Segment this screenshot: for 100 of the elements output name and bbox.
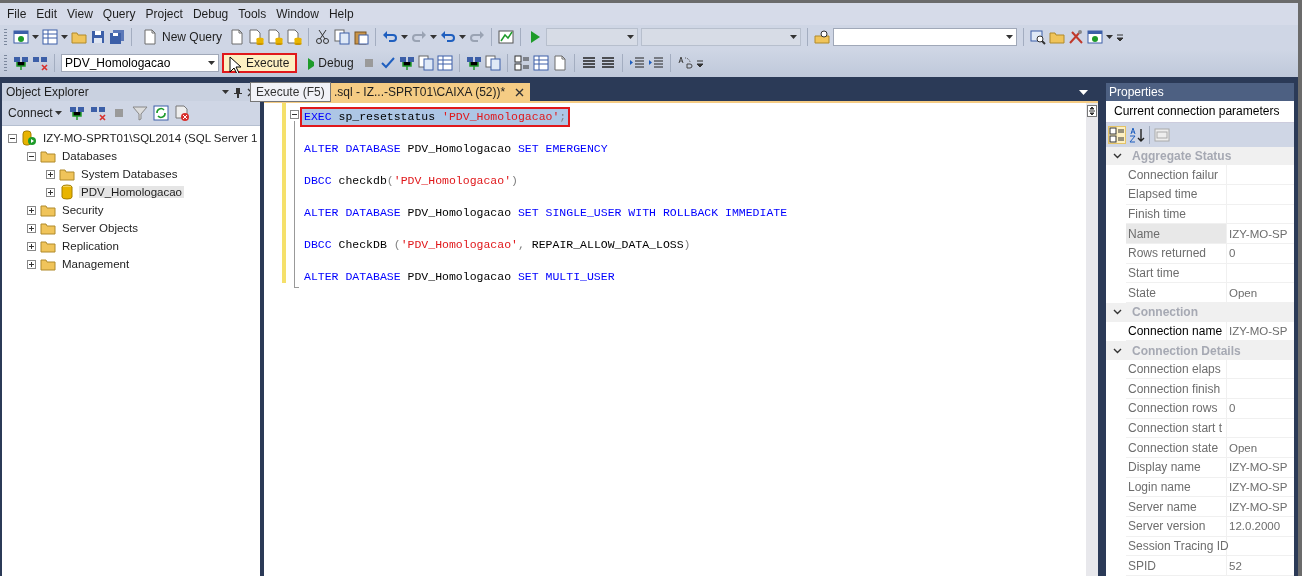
chevron-down-icon[interactable] xyxy=(1113,152,1122,161)
dropdown-arrow-icon[interactable] xyxy=(222,90,229,94)
menu-item[interactable]: Query xyxy=(97,7,141,21)
execute-button[interactable]: Execute xyxy=(222,53,298,73)
property-name[interactable]: Server version xyxy=(1126,516,1227,536)
expand-icon[interactable] xyxy=(27,259,36,269)
property-name[interactable]: Connection elaps xyxy=(1126,359,1227,379)
expand-icon[interactable] xyxy=(46,187,55,197)
dropdown-arrow-icon[interactable] xyxy=(1079,90,1088,95)
property-name[interactable]: Login name xyxy=(1126,477,1227,497)
property-name[interactable]: Finish time xyxy=(1126,204,1227,224)
refresh-icon[interactable] xyxy=(152,105,169,121)
database-selector[interactable]: PDV_Homologacao xyxy=(61,54,219,72)
copy-icon[interactable] xyxy=(334,29,351,45)
dropdown-arrow-icon[interactable] xyxy=(459,35,467,39)
tools-icon[interactable] xyxy=(1068,29,1085,45)
overflow-icon[interactable] xyxy=(1116,32,1125,42)
folder-search-icon[interactable] xyxy=(814,29,831,45)
new-query-button[interactable]: New Query xyxy=(138,26,227,48)
property-name[interactable]: Connection start t xyxy=(1126,418,1227,438)
magnifier-icon[interactable] xyxy=(1030,29,1047,45)
save-all-icon[interactable] xyxy=(109,29,125,45)
grid-icon[interactable] xyxy=(436,55,453,71)
property-name[interactable]: Rows returned xyxy=(1126,244,1227,263)
results-text-icon[interactable] xyxy=(513,55,530,71)
expand-icon[interactable] xyxy=(27,241,36,251)
chart-icon[interactable] xyxy=(498,29,515,45)
property-name[interactable]: Display name xyxy=(1126,458,1227,477)
close-icon[interactable] xyxy=(515,87,525,97)
paste-icon[interactable] xyxy=(353,29,370,45)
tree-item[interactable]: Databases xyxy=(60,150,119,162)
property-name[interactable]: Connection state xyxy=(1126,438,1227,458)
database-query-icon[interactable] xyxy=(248,29,265,45)
save-icon[interactable] xyxy=(90,29,106,45)
grid-icon[interactable] xyxy=(42,29,58,45)
dropdown-arrow-icon[interactable] xyxy=(61,35,68,39)
tree-item[interactable]: System Databases xyxy=(79,168,180,180)
expand-icon[interactable] xyxy=(27,223,36,233)
tree-item[interactable]: Server Objects xyxy=(60,222,141,234)
property-name[interactable]: State xyxy=(1126,283,1227,302)
tree-item[interactable]: Management xyxy=(60,258,132,270)
debug-button[interactable]: Debug xyxy=(300,53,358,73)
property-name[interactable]: Name xyxy=(1126,224,1227,243)
menu-item[interactable]: Window xyxy=(271,7,324,21)
tree-item[interactable]: Security xyxy=(60,204,106,216)
new-query-icon[interactable] xyxy=(142,29,158,45)
property-name[interactable]: SPID xyxy=(1126,556,1227,575)
document-icon[interactable] xyxy=(229,29,246,45)
database-query-icon[interactable] xyxy=(267,29,284,45)
expand-icon[interactable] xyxy=(46,169,55,179)
property-name[interactable]: Session Tracing ID xyxy=(1126,536,1227,556)
network-icon[interactable] xyxy=(465,55,482,71)
collapse-icon[interactable] xyxy=(8,133,17,143)
property-name[interactable]: Connection finish xyxy=(1126,379,1227,399)
server-disconnect-icon[interactable] xyxy=(32,55,48,71)
menu-item[interactable]: Help xyxy=(323,7,359,21)
database-query-icon[interactable] xyxy=(286,29,303,45)
results-file-icon[interactable] xyxy=(551,55,568,71)
connect-icon[interactable] xyxy=(68,105,85,121)
split-icon[interactable] xyxy=(1087,105,1097,117)
collapse-icon[interactable] xyxy=(290,110,299,119)
categorized-icon[interactable] xyxy=(1109,127,1125,143)
undo-icon[interactable] xyxy=(382,29,399,45)
dropdown-arrow-icon[interactable] xyxy=(401,35,409,39)
chevron-down-icon[interactable] xyxy=(1113,346,1122,355)
alphabetical-sort-icon[interactable] xyxy=(1129,127,1145,143)
collapse-icon[interactable] xyxy=(27,151,36,161)
disconnect-icon[interactable] xyxy=(89,105,106,121)
menu-item[interactable]: View xyxy=(62,7,98,21)
uncomment-lines-icon[interactable] xyxy=(599,55,616,71)
menu-item[interactable]: Debug xyxy=(187,7,234,21)
navigate-backward-icon[interactable] xyxy=(440,29,457,45)
increase-indent-icon[interactable] xyxy=(647,55,664,71)
property-name[interactable]: Connection name xyxy=(1126,321,1227,341)
property-name[interactable]: Start time xyxy=(1126,263,1227,283)
tree-item[interactable]: IZY-MO-SPRT01\SQL2014 (SQL Server 1 xyxy=(41,132,260,144)
dropdown-arrow-icon[interactable] xyxy=(32,35,39,39)
comment-lines-icon[interactable] xyxy=(580,55,597,71)
connect-button[interactable]: Connect xyxy=(6,106,64,120)
menu-item[interactable]: Tools xyxy=(233,7,272,21)
overflow-icon[interactable] xyxy=(695,58,704,68)
stop-activity-icon[interactable] xyxy=(173,105,190,121)
results-grid-icon[interactable] xyxy=(532,55,549,71)
menu-item[interactable]: File xyxy=(2,7,32,21)
property-name[interactable]: Server name xyxy=(1126,497,1227,516)
property-name[interactable]: Connection rows xyxy=(1126,399,1227,418)
tree-item[interactable]: Replication xyxy=(60,240,121,252)
copy-icon[interactable] xyxy=(417,55,434,71)
parse-check-icon[interactable] xyxy=(379,55,396,71)
new-project-icon[interactable] xyxy=(13,29,29,45)
expand-icon[interactable] xyxy=(27,205,36,215)
dropdown-arrow-icon[interactable] xyxy=(1106,35,1114,39)
cut-icon[interactable] xyxy=(315,29,332,45)
window-icon[interactable] xyxy=(1087,29,1104,45)
decrease-indent-icon[interactable] xyxy=(628,55,645,71)
server-connect-icon[interactable] xyxy=(13,55,29,71)
tree-item[interactable]: PDV_Homologacao xyxy=(79,186,184,198)
dropdown-arrow-icon[interactable] xyxy=(430,35,438,39)
property-name[interactable]: Connection failur xyxy=(1126,165,1227,185)
specify-values-icon[interactable] xyxy=(676,55,693,71)
